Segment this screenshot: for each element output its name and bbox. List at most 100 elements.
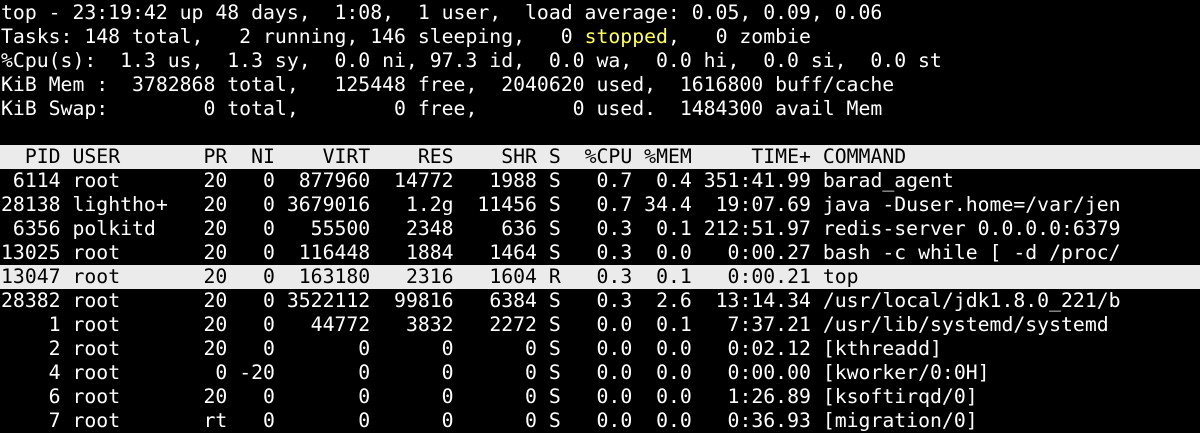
row-shr: 0 (465, 385, 549, 408)
row-mem: 0.0 (644, 337, 704, 360)
row-res: 2348 (382, 217, 466, 240)
row-user: root (72, 265, 192, 288)
row-user: root (72, 361, 192, 384)
row-time: 0:00.00 (703, 361, 823, 384)
row-virt: 55500 (286, 217, 383, 240)
row-virt: 3679016 (286, 193, 383, 216)
header-command: COMMAND (822, 145, 907, 168)
row-time: 212:51.97 (703, 217, 823, 240)
row-s: S (548, 241, 573, 264)
row-virt: 116448 (286, 241, 383, 264)
process-row[interactable]: 28382 root 20 0 3522112 99816 6384 S 0.3… (0, 289, 1200, 313)
row-mem: 0.4 (644, 169, 704, 192)
process-table-header: PID USER PR NI VIRT RES SHR S %CPU %MEM … (0, 145, 1200, 169)
row-user: polkitd (72, 217, 192, 240)
row-time: 7:37.21 (703, 313, 823, 336)
row-pr: 20 (191, 289, 240, 312)
row-cpu: 0.3 (572, 241, 645, 264)
row-command: java -Duser.home=/var/jen (822, 193, 1121, 216)
row-time: 0:02.12 (703, 337, 823, 360)
row-user: root (72, 241, 192, 264)
process-row[interactable]: 28138 lightho+ 20 0 3679016 1.2g 11456 S… (0, 193, 1200, 217)
row-time: 19:07.69 (703, 193, 823, 216)
row-user: root (72, 169, 192, 192)
row-mem: 0.0 (644, 385, 704, 408)
row-res: 1.2g (382, 193, 466, 216)
row-user: root (72, 313, 192, 336)
row-time: 13:14.34 (703, 289, 823, 312)
row-pr: 20 (191, 265, 240, 288)
row-ni: 0 (239, 409, 287, 432)
terminal-window[interactable]: top - 23:19:42 up 48 days, 1:08, 1 user,… (0, 0, 1200, 433)
tasks-prefix: Tasks: 148 total, 2 running, 146 sleepin… (1, 25, 585, 48)
row-s: R (548, 265, 573, 288)
tasks-stopped-label: stopped (584, 25, 668, 48)
process-row[interactable]: 13025 root 20 0 116448 1884 1464 S 0.3 0… (0, 241, 1200, 265)
row-time: 1:26.89 (703, 385, 823, 408)
header-res: RES (382, 145, 466, 168)
row-pid: 6356 (1, 217, 73, 240)
row-pid: 1 (1, 313, 73, 336)
row-shr: 1464 (465, 241, 549, 264)
row-pr: 20 (191, 193, 240, 216)
row-command: /usr/lib/systemd/systemd (822, 313, 1109, 336)
row-cpu: 0.3 (572, 265, 645, 288)
process-row[interactable]: 2 root 20 0 0 0 0 S 0.0 0.0 0:02.12 [kth… (0, 337, 1200, 361)
row-mem: 2.6 (644, 289, 704, 312)
row-command: barad_agent (822, 169, 954, 192)
row-res: 0 (382, 409, 466, 432)
row-ni: 0 (239, 217, 287, 240)
header-user: USER (72, 145, 192, 168)
row-virt: 44772 (286, 313, 383, 336)
row-pid: 2 (1, 337, 73, 360)
process-row[interactable]: 6356 polkitd 20 0 55500 2348 636 S 0.3 0… (0, 217, 1200, 241)
row-time: 351:41.99 (703, 169, 823, 192)
row-res: 1884 (382, 241, 466, 264)
header-s: S (548, 145, 573, 168)
row-s: S (548, 289, 573, 312)
process-row[interactable]: 4 root 0 -20 0 0 0 S 0.0 0.0 0:00.00 [kw… (0, 361, 1200, 385)
row-s: S (548, 409, 573, 432)
row-cpu: 0.0 (572, 361, 645, 384)
row-command: [migration/0] (822, 409, 978, 432)
row-shr: 2272 (465, 313, 549, 336)
row-pr: 20 (191, 217, 240, 240)
row-res: 0 (382, 361, 466, 384)
process-row[interactable]: 6114 root 20 0 877960 14772 1988 S 0.7 0… (0, 169, 1200, 193)
row-ni: 0 (239, 241, 287, 264)
row-pid: 13047 (1, 265, 73, 288)
row-time: 0:00.21 (703, 265, 823, 288)
mem-line: KiB Mem : 3782868 total, 125448 free, 20… (1, 73, 895, 96)
row-ni: 0 (239, 289, 287, 312)
row-ni: 0 (239, 385, 287, 408)
row-command: /usr/local/jdk1.8.0_221/b (822, 289, 1121, 312)
header-ni: NI (239, 145, 287, 168)
row-shr: 0 (465, 337, 549, 360)
row-res: 0 (382, 337, 466, 360)
row-cpu: 0.0 (572, 313, 645, 336)
row-pr: 0 (191, 361, 240, 384)
header-virt: VIRT (286, 145, 383, 168)
row-command: bash -c while [ -d /proc/ (822, 241, 1121, 264)
header-pr: PR (191, 145, 240, 168)
row-pid: 4 (1, 361, 73, 384)
cpu-line: %Cpu(s): 1.3 us, 1.3 sy, 0.0 ni, 97.3 id… (1, 49, 942, 72)
row-ni: 0 (239, 169, 287, 192)
row-cpu: 0.0 (572, 337, 645, 360)
process-row[interactable]: 7 root rt 0 0 0 0 S 0.0 0.0 0:36.93 [mig… (0, 409, 1200, 433)
row-res: 99816 (382, 289, 466, 312)
process-row[interactable]: 13047 root 20 0 163180 2316 1604 R 0.3 0… (0, 265, 1200, 289)
row-s: S (548, 193, 573, 216)
process-row[interactable]: 6 root 20 0 0 0 0 S 0.0 0.0 1:26.89 [kso… (0, 385, 1200, 409)
row-command: [ksoftirqd/0] (822, 385, 978, 408)
process-row[interactable]: 1 root 20 0 44772 3832 2272 S 0.0 0.1 7:… (0, 313, 1200, 337)
row-pr: rt (191, 409, 240, 432)
row-command: [kthreadd] (822, 337, 942, 360)
row-virt: 3522112 (286, 289, 383, 312)
row-cpu: 0.7 (572, 193, 645, 216)
row-cpu: 0.7 (572, 169, 645, 192)
row-time: 0:00.27 (703, 241, 823, 264)
row-command: [kworker/0:0H] (822, 361, 990, 384)
row-pr: 20 (191, 169, 240, 192)
